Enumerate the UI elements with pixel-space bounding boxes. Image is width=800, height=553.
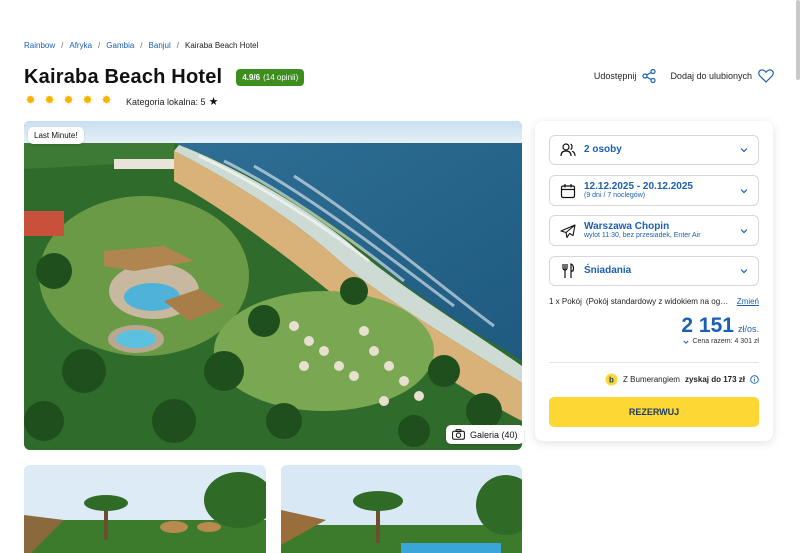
breadcrumb-separator: / — [98, 41, 101, 50]
boomerang-prefix: Z Bumerangiem — [623, 375, 680, 384]
boomerang-value: zyskaj do 173 zł — [684, 375, 745, 384]
cutlery-icon — [562, 263, 575, 278]
local-category: Kategoria lokalna: 5 ★ — [126, 95, 218, 108]
gallery-thumbnail[interactable] — [24, 465, 266, 553]
room-line: 1 x Pokój (Pokój standardowy z widokiem … — [549, 297, 759, 306]
users-icon — [560, 143, 576, 157]
page-scrollbar[interactable] — [796, 0, 800, 80]
last-minute-badge: Last Minute! — [28, 127, 84, 144]
chevron-down-icon — [740, 228, 748, 233]
breadcrumb-link-gambia[interactable]: Gambia — [106, 41, 134, 50]
breadcrumb-separator: / — [61, 41, 64, 50]
calendar-icon — [560, 183, 576, 198]
plane-icon — [560, 223, 576, 238]
breadcrumb-link-banjul[interactable]: Banjul — [149, 41, 171, 50]
booking-panel: 2 osoby 12.12.2025 - 20.12.2025 (9 dni /… — [535, 121, 773, 441]
info-icon[interactable] — [750, 375, 759, 384]
breadcrumb-link-afryka[interactable]: Afryka — [69, 41, 92, 50]
add-to-favorites-button[interactable]: Dodaj do ulubionych — [670, 69, 774, 83]
airport-value: Warszawa Chopin — [584, 220, 670, 232]
share-button[interactable]: Udostępnij — [594, 69, 657, 83]
dates-sub: (9 dni / 7 noclegów) — [584, 192, 646, 200]
room-description: (Pokój standardowy z widokiem na ogród) — [585, 297, 731, 306]
change-room-link[interactable]: Zmień — [737, 297, 759, 306]
room-count: 1 x Pokój — [549, 297, 582, 306]
heart-icon — [758, 69, 774, 83]
price-amount: 2 151 — [681, 314, 734, 337]
chevron-down-icon — [740, 148, 748, 153]
sun-icon — [62, 93, 75, 106]
total-price[interactable]: Cena razem: 4 301 zł — [683, 338, 759, 345]
persons-value: 2 osoby — [584, 144, 622, 156]
gallery-thumbnail[interactable] — [281, 465, 522, 553]
sun-icon — [81, 93, 94, 106]
camera-icon — [452, 429, 465, 440]
main-hotel-photo[interactable] — [24, 121, 522, 450]
breadcrumb-separator: / — [140, 41, 143, 50]
chevron-down-icon — [683, 340, 690, 344]
rating-badge[interactable]: 4.9/6 (14 opinii) — [236, 69, 305, 86]
sun-icon — [24, 93, 37, 106]
chevron-down-icon — [740, 188, 748, 193]
dates-value: 12.12.2025 - 20.12.2025 — [584, 180, 693, 192]
breadcrumb-current: Kairaba Beach Hotel — [185, 41, 259, 50]
reserve-button[interactable]: REZERWUJ — [549, 397, 759, 427]
share-icon — [642, 69, 657, 83]
sun-rating — [24, 93, 113, 106]
title-row: Kairaba Beach Hotel 4.9/6 (14 opinii) — [24, 66, 305, 89]
boomerang-logo-icon: b — [605, 373, 618, 386]
total-price-label: Cena razem: 4 301 zł — [692, 338, 759, 345]
page-title: Kairaba Beach Hotel — [24, 66, 223, 88]
flight-details: wylot 11:30, bez przesiadek, Enter Air — [584, 232, 701, 240]
price-unit: zł/os. — [737, 324, 759, 334]
share-label: Udostępnij — [593, 71, 637, 81]
board-value: Śniadania — [584, 265, 632, 277]
header-actions: Udostępnij Dodaj do ulubionych — [594, 69, 774, 83]
svg-text:b: b — [609, 376, 614, 385]
boomerang-bonus: b Z Bumerangiem zyskaj do 173 zł — [605, 373, 759, 386]
price: 2 151 zł/os. — [681, 314, 759, 338]
flight-select[interactable]: Warszawa Chopin wylot 11:30, bez przesia… — [549, 215, 759, 246]
breadcrumb-link-rainbow[interactable]: Rainbow — [24, 41, 55, 50]
dates-select[interactable]: 12.12.2025 - 20.12.2025 (9 dni / 7 nocle… — [549, 175, 759, 206]
gallery-label: Galeria (40) — [470, 429, 518, 440]
sun-icon — [100, 93, 113, 106]
favorite-label: Dodaj do ulubionych — [670, 71, 752, 81]
sun-icon — [43, 93, 56, 106]
board-select[interactable]: Śniadania — [549, 256, 759, 286]
persons-select[interactable]: 2 osoby — [549, 135, 759, 165]
gallery-button[interactable]: Galeria (40) — [446, 425, 524, 444]
rating-count: (14 opinii) — [263, 73, 299, 82]
divider — [549, 362, 759, 363]
chevron-down-icon — [740, 269, 748, 274]
star-icon: ★ — [208, 96, 219, 108]
local-category-label: Kategoria lokalna: 5 — [126, 96, 206, 107]
breadcrumb-separator: / — [176, 41, 180, 50]
breadcrumb: Rainbow / Afryka / Gambia / Banjul / Kai… — [24, 41, 258, 50]
rating-score: 4.9/6 — [242, 73, 261, 82]
